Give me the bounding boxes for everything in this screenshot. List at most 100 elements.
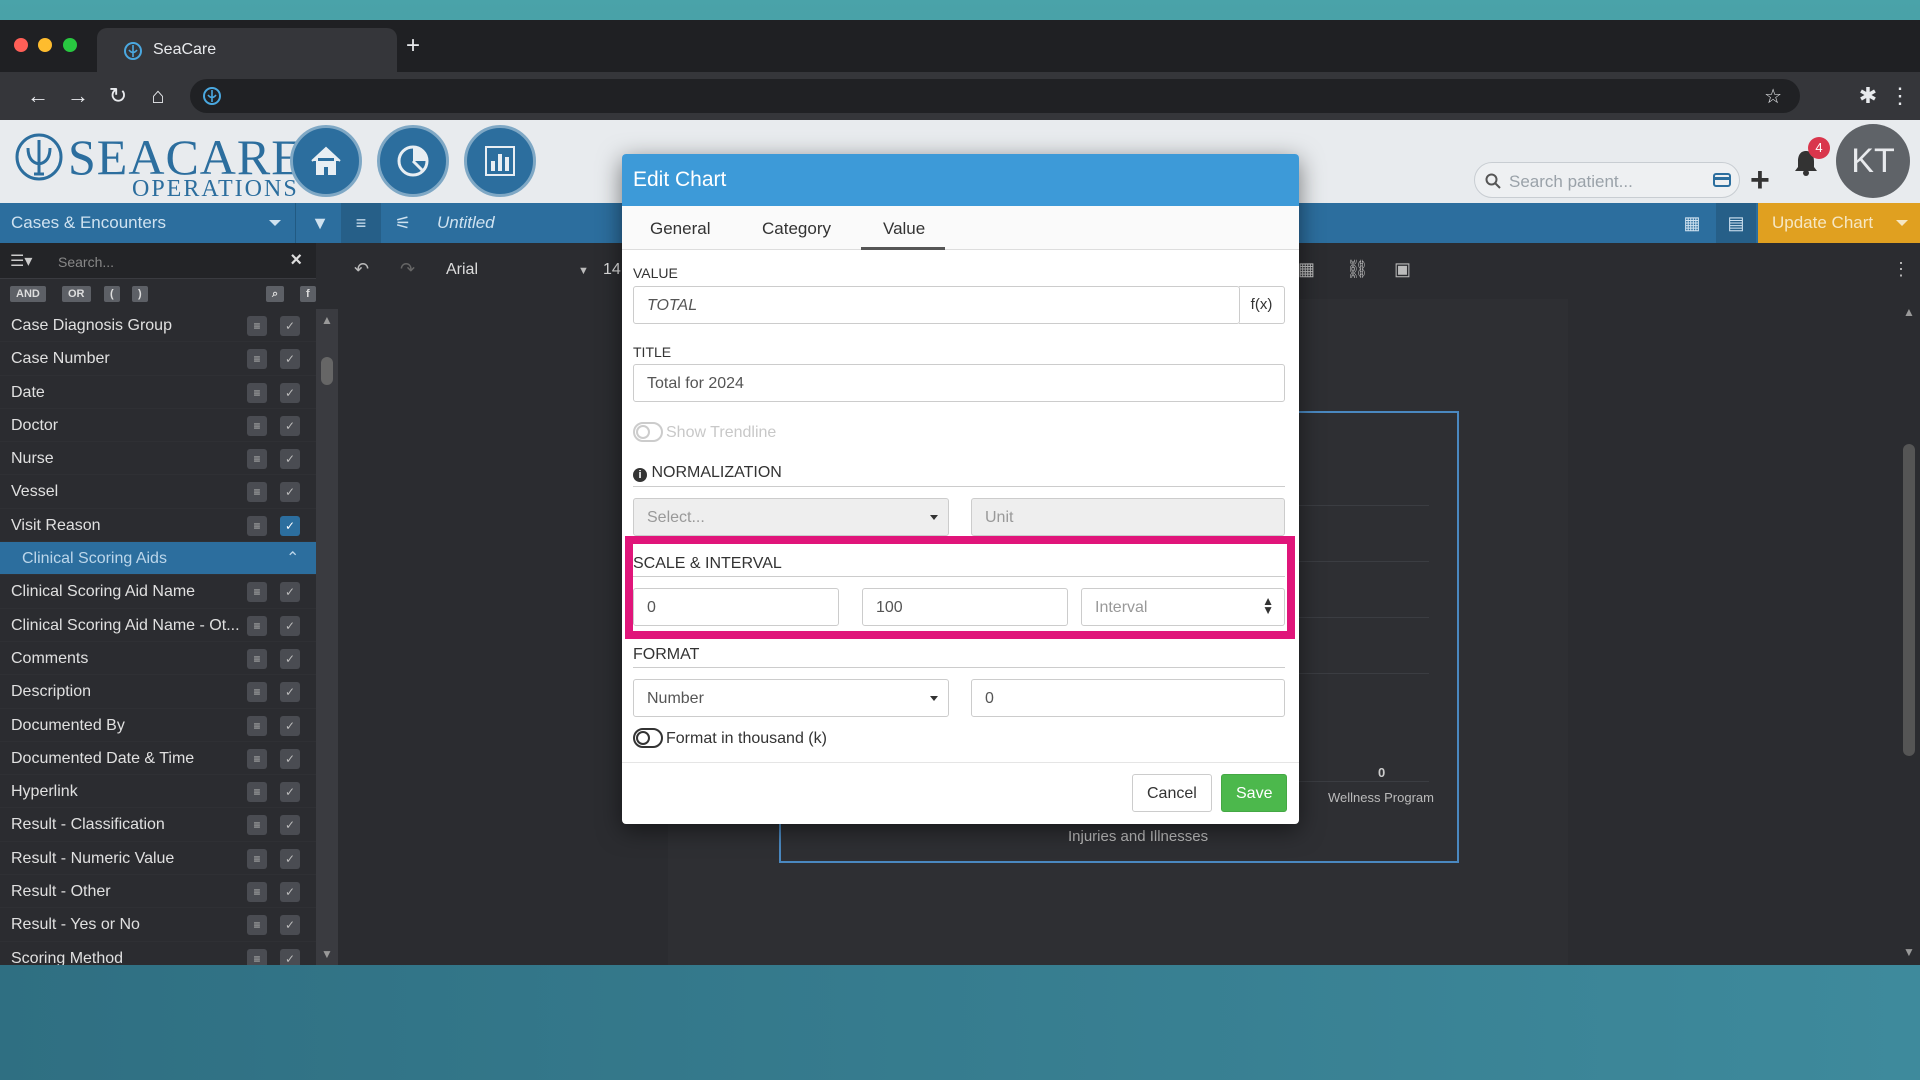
field-options-icon[interactable]: ≡ [247, 648, 267, 669]
grid-view-icon[interactable]: ▦ [1672, 203, 1712, 243]
save-button[interactable]: Save [1221, 774, 1288, 812]
list-item[interactable]: Doctor ≡ ✓ [0, 409, 316, 443]
tab-value[interactable]: Value [883, 219, 925, 239]
unit-input[interactable]: Unit [971, 498, 1285, 536]
list-item[interactable]: Visit Reason ≡ ✓ [0, 509, 316, 543]
field-options-icon[interactable]: ≡ [247, 748, 267, 769]
cancel-button[interactable]: Cancel [1132, 774, 1212, 812]
list-item[interactable]: Clinical Scoring Aid Name ≡ ✓ [0, 575, 316, 609]
scrollbar-thumb[interactable] [1903, 444, 1915, 756]
checkbox[interactable]: ✓ [280, 382, 300, 403]
field-options-icon[interactable]: ≡ [247, 815, 267, 836]
redo-icon[interactable]: ↷ [400, 259, 415, 280]
show-trendline-toggle[interactable] [633, 422, 663, 442]
title-input[interactable]: Total for 2024 [633, 364, 1285, 402]
field-options-icon[interactable]: ≡ [247, 582, 267, 603]
normalization-select[interactable]: Select... [633, 498, 949, 536]
tab-category[interactable]: Category [762, 219, 831, 239]
list-item[interactable]: Result - Classification ≡ ✓ [0, 808, 316, 842]
field-options-icon[interactable]: ≡ [247, 882, 267, 903]
reload-icon[interactable]: ↻ [106, 84, 130, 108]
card-icon[interactable] [1713, 173, 1731, 187]
list-item[interactable]: Result - Other ≡ ✓ [0, 875, 316, 909]
list-item[interactable]: Comments ≡ ✓ [0, 642, 316, 676]
field-options-icon[interactable]: ≡ [247, 848, 267, 869]
dashboard-nav-button[interactable] [377, 125, 449, 197]
list-item[interactable]: Hyperlink ≡ ✓ [0, 775, 316, 809]
checkbox[interactable]: ✓ [280, 582, 300, 603]
home-nav-button[interactable] [290, 125, 362, 197]
scroll-down-icon[interactable]: ▼ [1903, 945, 1915, 959]
update-chart-button[interactable]: Update Chart [1758, 203, 1920, 243]
list-item[interactable]: Documented By ≡ ✓ [0, 709, 316, 742]
bookmark-star-icon[interactable]: ☆ [1764, 84, 1782, 109]
checkbox[interactable]: ✓ [280, 648, 300, 669]
checkbox[interactable]: ✓ [280, 848, 300, 869]
scrollbar-thumb[interactable] [321, 357, 333, 385]
field-options-icon[interactable]: ≡ [247, 316, 267, 336]
field-options-icon[interactable]: ≡ [247, 948, 267, 965]
field-options-icon[interactable]: ≡ [247, 715, 267, 736]
list-view-icon[interactable]: ≡ [341, 203, 381, 243]
field-options-icon[interactable]: ≡ [247, 915, 267, 936]
field-options-icon[interactable]: ≡ [247, 449, 267, 470]
field-options-icon[interactable]: ≡ [247, 349, 267, 370]
list-item[interactable]: Scoring Method ≡ ✓ [0, 942, 316, 965]
field-options-icon[interactable]: ≡ [247, 482, 267, 503]
back-icon[interactable]: ← [26, 84, 50, 108]
checkbox[interactable]: ✓ [280, 782, 300, 803]
user-avatar[interactable]: KT [1836, 124, 1910, 198]
function-icon[interactable]: f [300, 286, 316, 302]
checkbox[interactable]: ✓ [280, 682, 300, 703]
patient-search-input[interactable]: Search patient... [1474, 162, 1740, 198]
browser-tab[interactable]: SeaCare [97, 28, 397, 72]
scroll-up-icon[interactable]: ▲ [321, 313, 333, 327]
and-button[interactable]: AND [10, 286, 46, 302]
sidebar-search-input[interactable]: Search... [58, 254, 114, 270]
document-title[interactable]: Untitled [437, 213, 495, 233]
field-options-icon[interactable]: ≡ [247, 415, 267, 436]
menu-icon[interactable]: ☰▾ [10, 251, 32, 271]
list-item[interactable]: Clinical Scoring Aid Name - Ot... ≡ ✓ [0, 609, 316, 642]
close-window-button[interactable] [14, 38, 28, 52]
checkbox[interactable]: ✓ [280, 349, 300, 370]
field-options-icon[interactable]: ≡ [247, 615, 267, 636]
link-icon[interactable]: ⛓ [1346, 259, 1369, 280]
checkbox[interactable]: ✓ [280, 715, 300, 736]
chevron-down-icon[interactable]: ▼ [578, 265, 589, 277]
checkbox[interactable]: ✓ [280, 449, 300, 470]
chevron-up-icon[interactable]: ⌃ [286, 542, 299, 575]
list-item[interactable]: Result - Numeric Value ≡ ✓ [0, 842, 316, 876]
document-icon[interactable]: ▤ [1716, 203, 1756, 243]
checkbox[interactable]: ✓ [280, 882, 300, 903]
home-icon[interactable]: ⌂ [146, 84, 170, 108]
clear-icon[interactable]: × [290, 249, 302, 272]
checkbox[interactable]: ✓ [280, 415, 300, 436]
reports-nav-button[interactable] [464, 125, 536, 197]
extensions-icon[interactable]: ✱ [1856, 84, 1880, 108]
list-item[interactable]: Date ≡ ✓ [0, 376, 316, 409]
undo-icon[interactable]: ↶ [354, 259, 369, 280]
new-tab-button[interactable]: + [406, 34, 420, 58]
font-size-select[interactable]: 14 [603, 261, 621, 279]
scroll-up-icon[interactable]: ▲ [1903, 305, 1915, 319]
canvas-scrollbar[interactable]: ▲ ▼ [1898, 299, 1920, 965]
function-button[interactable]: f(x) [1239, 286, 1285, 324]
chevron-down-icon[interactable] [1896, 220, 1908, 226]
dataset-dropdown[interactable]: Cases & Encounters [0, 203, 296, 243]
list-item[interactable]: Result - Yes or No ≡ ✓ [0, 908, 316, 942]
checkbox[interactable]: ✓ [280, 948, 300, 965]
field-options-icon[interactable]: ≡ [247, 382, 267, 403]
browser-menu-icon[interactable]: ⋮ [1888, 84, 1912, 108]
sidebar-scrollbar[interactable]: ▲ ▼ [316, 309, 338, 965]
field-options-icon[interactable]: ≡ [247, 515, 267, 536]
list-item[interactable]: Documented Date & Time ≡ ✓ [0, 742, 316, 776]
address-bar[interactable]: ☆ [190, 79, 1800, 113]
list-item[interactable]: Vessel ≡ ✓ [0, 475, 316, 509]
field-options-icon[interactable]: ≡ [247, 782, 267, 803]
maximize-window-button[interactable] [63, 38, 77, 52]
field-options-icon[interactable]: ≡ [247, 682, 267, 703]
checkbox[interactable]: ✓ [280, 316, 300, 336]
format-select[interactable]: Number [633, 679, 949, 717]
checkbox-checked[interactable]: ✓ [280, 515, 300, 536]
